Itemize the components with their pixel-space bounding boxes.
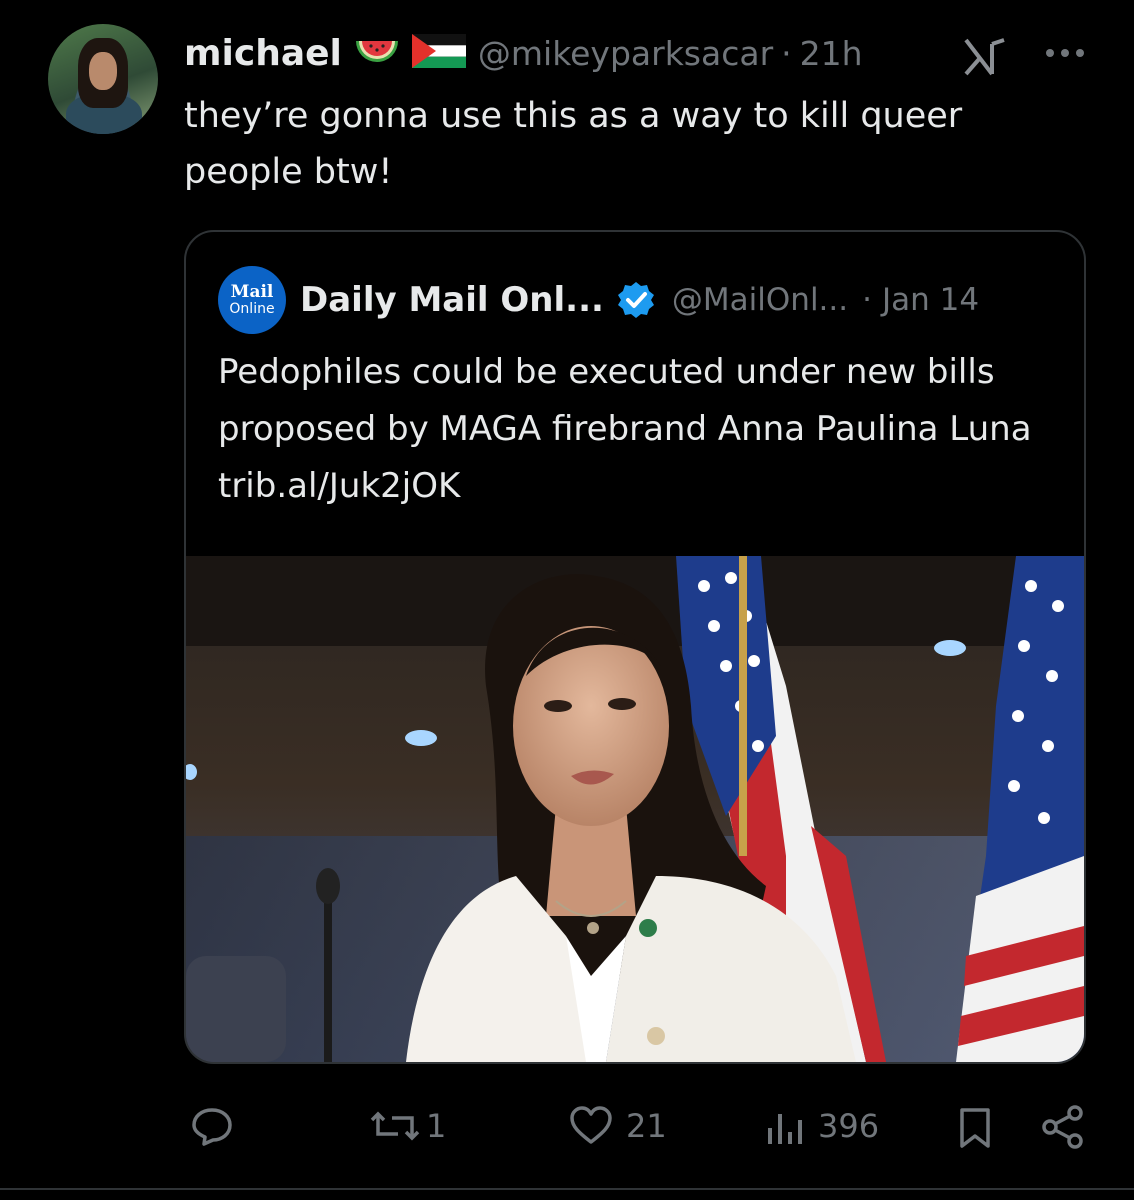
separator-dot: ·	[862, 282, 872, 318]
quote-display-name[interactable]: Daily Mail Onl...	[300, 280, 604, 320]
quote-handle[interactable]: @MailOnl...	[672, 282, 848, 318]
author-display-name[interactable]: michael	[184, 33, 342, 74]
tweet-action-bar: 1 21 396	[0, 1094, 1134, 1164]
views-count: 396	[818, 1107, 880, 1145]
quote-date[interactable]: Jan 14	[882, 282, 979, 318]
author-avatar[interactable]	[48, 24, 158, 134]
verified-icon	[617, 282, 654, 318]
like-count: 21	[626, 1107, 667, 1145]
quote-photo[interactable]	[186, 556, 1084, 1062]
quoted-tweet-card[interactable]: Mail Online Daily Mail Onl... @MailOnl..…	[184, 230, 1086, 1064]
watermelon-icon	[354, 35, 400, 71]
like-icon	[570, 1106, 612, 1144]
mail-online-avatar[interactable]: Mail Online	[218, 266, 286, 334]
more-icon[interactable]	[1040, 38, 1090, 68]
reply-button[interactable]	[190, 1104, 234, 1148]
bookmark-icon[interactable]	[956, 1106, 994, 1150]
repost-icon	[370, 1111, 420, 1141]
views-button[interactable]: 396	[764, 1104, 879, 1148]
quote-text: Pedophiles could be executed under new b…	[218, 352, 1032, 506]
tweet-time[interactable]: 21h	[800, 34, 863, 73]
author-handle[interactable]: @mikeyparksacar	[478, 34, 773, 73]
grok-icon[interactable]	[962, 38, 1008, 76]
share-icon[interactable]	[1040, 1104, 1086, 1150]
tweet-text: they’re gonna use this as a way to kill …	[184, 96, 963, 192]
repost-button[interactable]: 1	[370, 1104, 446, 1148]
divider	[0, 1188, 1134, 1190]
reply-icon	[192, 1108, 232, 1146]
logo-text-mail: Mail	[230, 282, 274, 302]
separator-dot: ·	[781, 33, 792, 73]
repost-count: 1	[426, 1107, 447, 1145]
tweet-header: michael @mikeyparksacar · 21h	[184, 30, 863, 76]
views-icon	[768, 1114, 802, 1144]
logo-text-online: Online	[229, 301, 275, 317]
like-button[interactable]: 21	[568, 1104, 667, 1148]
palestine-flag-icon	[411, 34, 466, 72]
quote-header: Mail Online Daily Mail Onl... @MailOnl..…	[218, 266, 979, 334]
